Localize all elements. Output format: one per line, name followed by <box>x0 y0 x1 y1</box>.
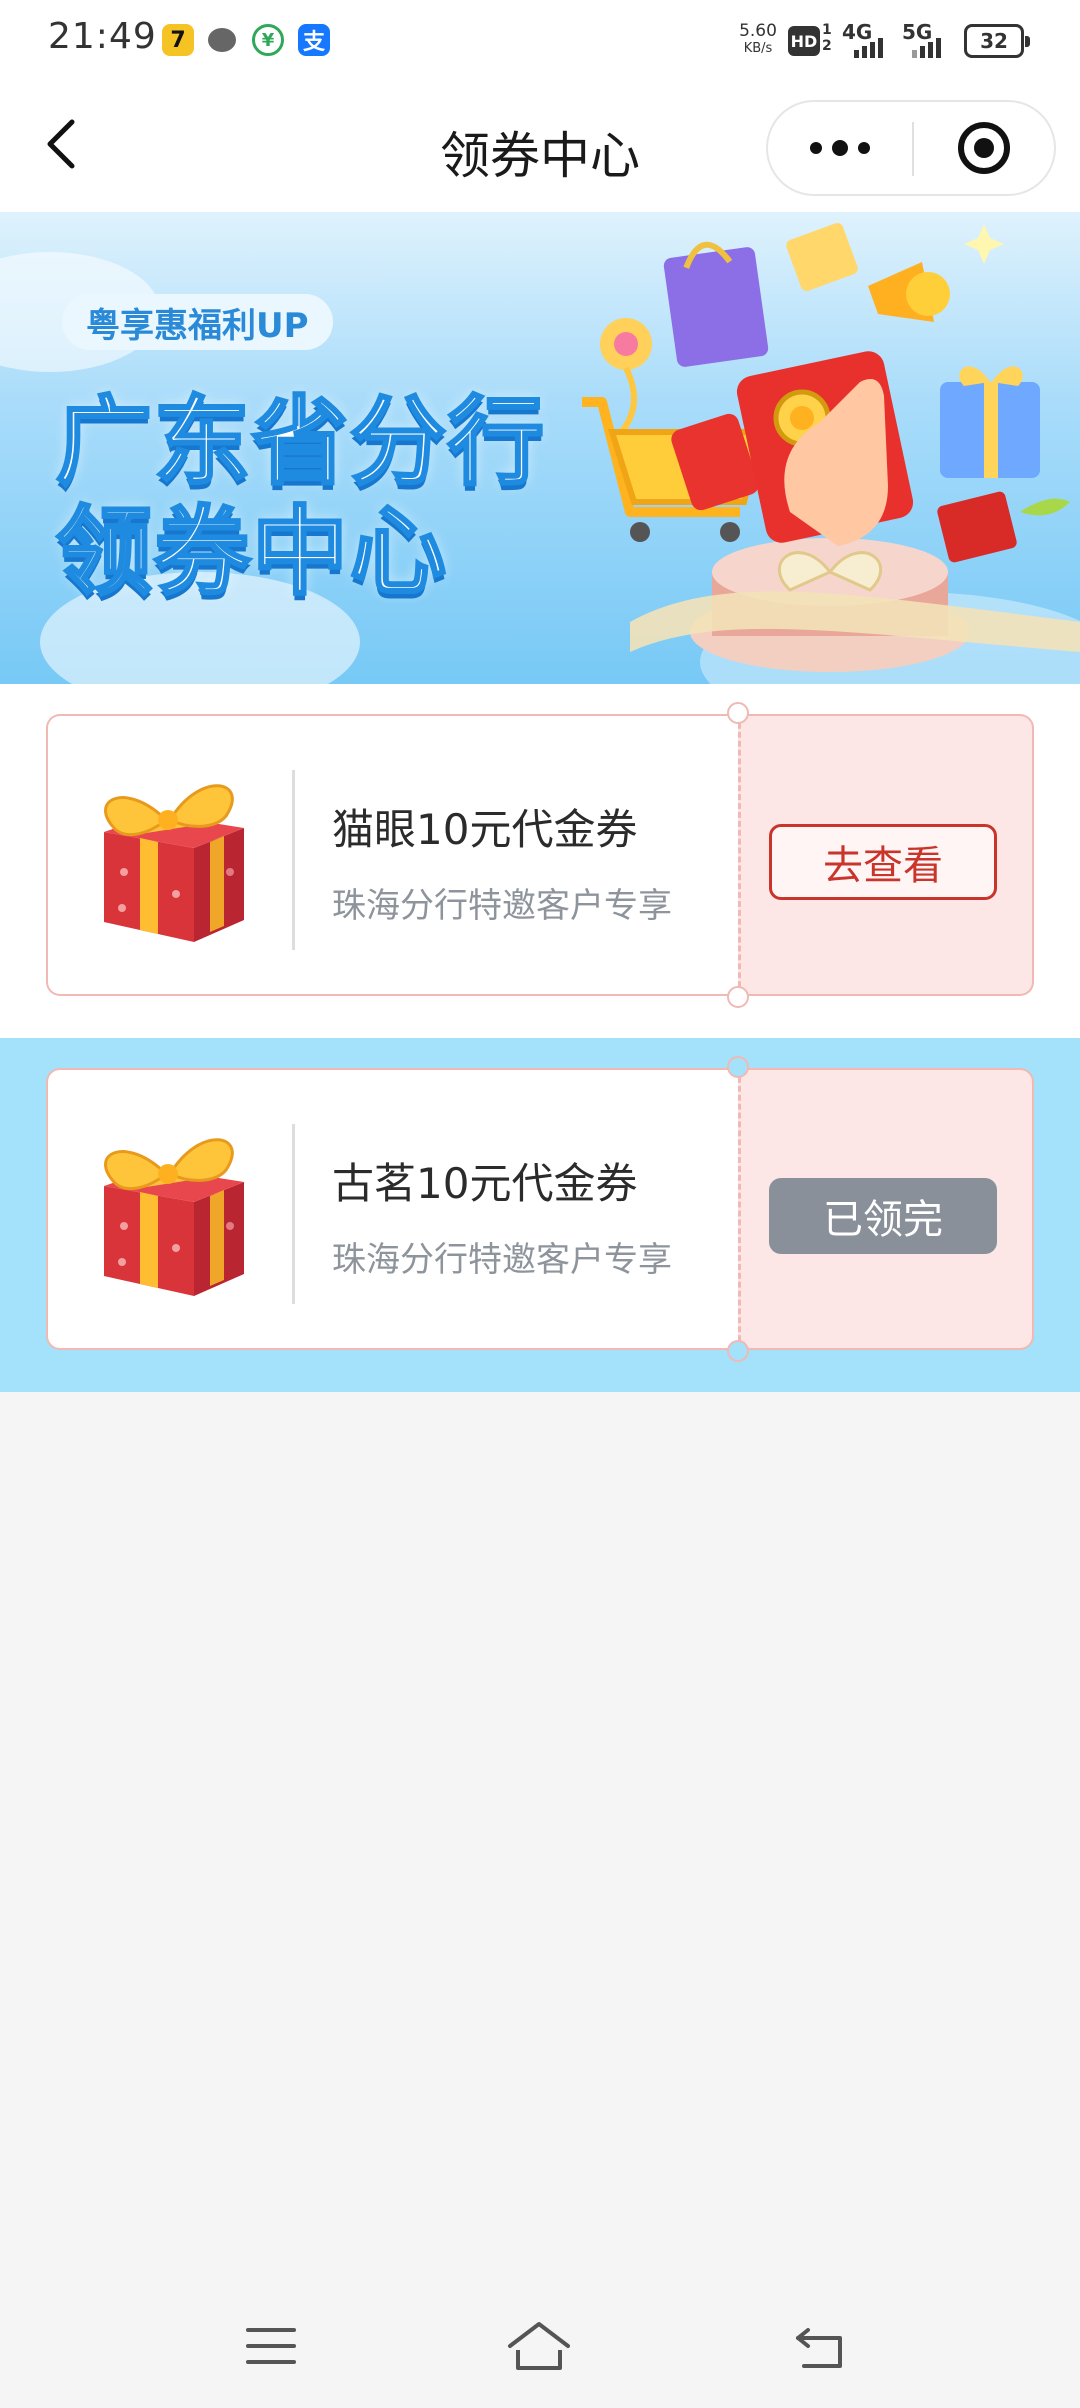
coupon-name: 古茗10元代金券 <box>332 1159 638 1208</box>
hd-icon: HD <box>788 26 820 56</box>
qq-icon: 7 <box>162 24 194 56</box>
coupon-section: 古茗10元代金券 珠海分行特邀客户专享 已领完 <box>0 1038 1080 1392</box>
banner-tag: 粤享惠福利UP <box>62 294 333 350</box>
coupon-notch <box>727 702 749 724</box>
coupon-body: 猫眼10元代金券 珠海分行特邀客户专享 <box>46 714 738 996</box>
coupon-divider <box>292 770 295 950</box>
status-time: 21:49 <box>48 16 157 57</box>
coupon-card: 古茗10元代金券 珠海分行特邀客户专享 已领完 <box>46 1056 1034 1362</box>
banner-title-line2: 领券中心 <box>55 495 448 610</box>
system-nav-bar <box>0 2288 1080 2408</box>
coupon-section: 猫眼10元代金券 珠海分行特邀客户专享 去查看 <box>0 684 1080 1038</box>
coupon-desc: 珠海分行特邀客户专享 <box>332 1240 672 1280</box>
signal-bars-icon <box>854 36 883 58</box>
gift-box-icon <box>104 1138 244 1296</box>
sold-out-button[interactable]: 已领完 <box>769 1178 997 1254</box>
view-coupon-button[interactable]: 去查看 <box>769 824 997 900</box>
more-icon-dot <box>858 142 870 154</box>
more-icon <box>810 142 822 154</box>
back-icon[interactable] <box>788 2316 858 2376</box>
gift-box-icon <box>104 784 244 942</box>
close-button[interactable] <box>914 102 1054 194</box>
coupon-name: 猫眼10元代金券 <box>332 805 638 854</box>
alipay-icon: 支 <box>298 24 330 56</box>
sim-1-label: 1 <box>822 22 832 38</box>
coupon-notch <box>727 1056 749 1078</box>
sim-2-label: 2 <box>822 38 832 54</box>
battery-level: 32 <box>980 29 1008 53</box>
network-speed-unit: KB/s <box>743 41 773 56</box>
sim-slots: 1 2 <box>822 22 832 54</box>
promo-illustration <box>582 223 1080 672</box>
target-icon <box>958 122 1010 174</box>
coupon-body: 古茗10元代金券 珠海分行特邀客户专享 <box>46 1068 738 1350</box>
more-icon-dot <box>832 140 848 156</box>
coupon-card: 猫眼10元代金券 珠海分行特邀客户专享 去查看 <box>46 702 1034 1008</box>
battery-icon: 32 <box>964 24 1030 58</box>
network-speed: 5.60 KB/s <box>736 22 780 58</box>
chat-icon <box>206 24 238 56</box>
menu-icon[interactable] <box>236 2316 306 2376</box>
coupon-notch <box>727 1340 749 1362</box>
more-button[interactable] <box>768 102 912 194</box>
nav-bar: 领券中心 <box>0 84 1080 212</box>
coupon-notch <box>727 986 749 1008</box>
signal-bars-icon <box>912 36 941 58</box>
coupon-stub: 已领完 <box>738 1068 1034 1350</box>
payment-icon: ¥ <box>252 24 284 56</box>
status-bar: 21:49 7 ¥ 支 5.60 KB/s HD 1 2 4G 5G 32 <box>0 0 1080 84</box>
mini-program-capsule <box>766 100 1056 196</box>
network-speed-value: 5.60 <box>739 21 777 41</box>
home-icon[interactable] <box>504 2316 574 2376</box>
coupon-stub: 去查看 <box>738 714 1034 996</box>
coupon-divider <box>292 1124 295 1304</box>
promo-banner: 粤享惠福利UP 广东省分行 领券中心 <box>0 212 1080 684</box>
coupon-desc: 珠海分行特邀客户专享 <box>332 886 672 926</box>
